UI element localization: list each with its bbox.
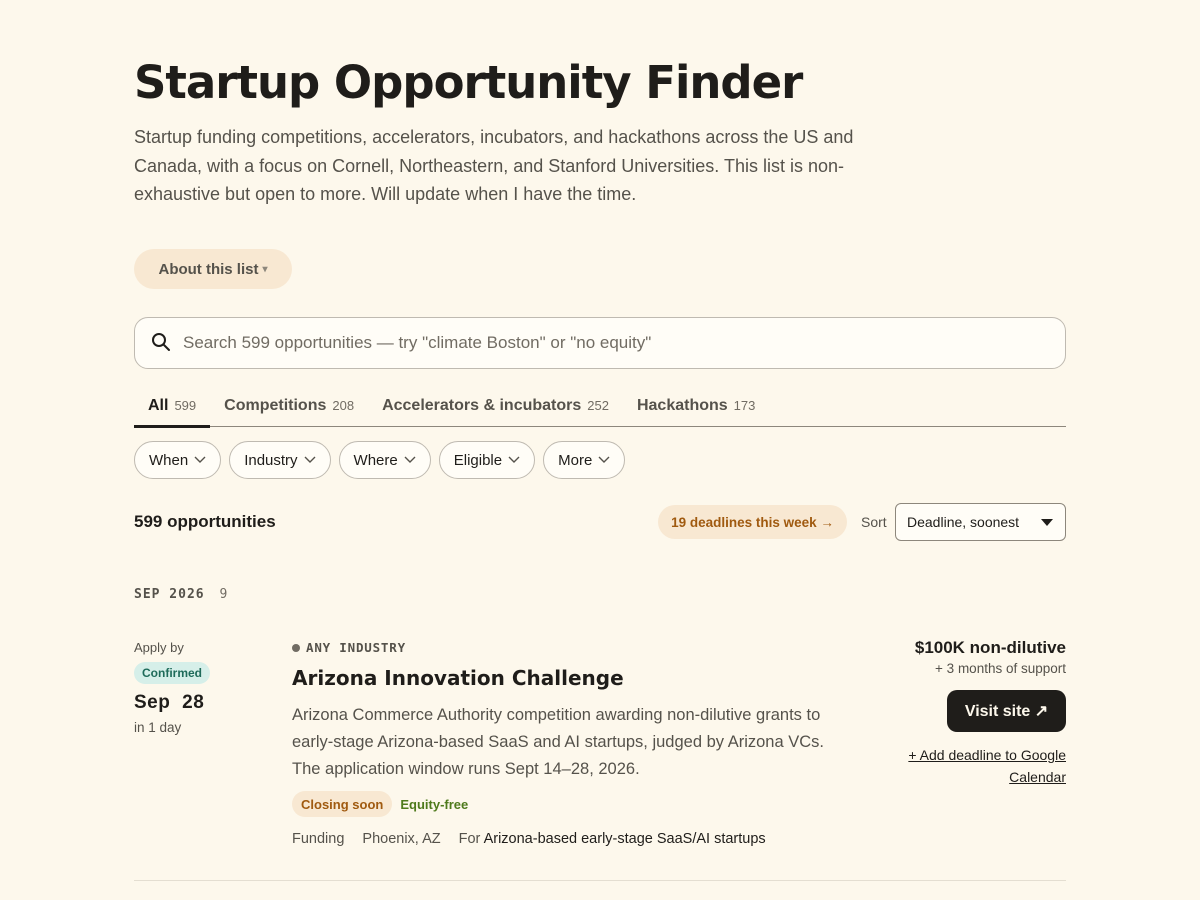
tab-label: Accelerators & incubators <box>382 396 582 414</box>
search-box[interactable] <box>134 317 1066 369</box>
industry-dot-icon <box>292 643 300 652</box>
tab-count: 208 <box>332 398 355 413</box>
tab-hackathons[interactable]: Hackathons 173 <box>623 384 769 427</box>
page-title: Startup Opportunity Finder <box>134 56 803 109</box>
opportunity-title[interactable]: Arizona Innovation Challenge <box>292 666 624 690</box>
tab-label: Competitions <box>224 396 327 414</box>
filter-more[interactable]: More <box>543 441 626 479</box>
sort-select[interactable]: Deadline, soonest <box>895 503 1066 541</box>
deadline-date: Sep 28 <box>134 692 205 713</box>
filter-label: Where <box>353 451 398 469</box>
apply-by-label: Apply by <box>134 640 184 655</box>
month-count: 9 <box>219 587 229 602</box>
opportunity-tags: Closing soon Equity-free <box>292 791 468 817</box>
chevron-down-icon <box>508 456 520 464</box>
filter-when[interactable]: When <box>134 441 222 479</box>
status-badge: Confirmed <box>134 662 210 684</box>
about-list-label: About this list <box>158 260 259 278</box>
chevron-down-icon <box>404 456 416 464</box>
industry-label: ANY INDUSTRY <box>292 640 406 655</box>
search-input[interactable] <box>183 333 1065 353</box>
filter-label: More <box>558 451 593 469</box>
chevron-down-icon <box>598 456 610 464</box>
filter-eligible[interactable]: Eligible <box>438 441 536 479</box>
deadlines-this-week-link[interactable]: 19 deadlines this week → <box>658 505 847 539</box>
support-duration: + 3 months of support <box>935 661 1066 676</box>
month-label: SEP 2026 <box>134 587 205 602</box>
card-divider <box>134 880 1066 881</box>
tab-count: 599 <box>174 398 197 413</box>
funding-amount: $100K non-dilutive <box>914 638 1066 657</box>
category-tabs: All 599 Competitions 208 Accelerators & … <box>134 384 1066 428</box>
filter-label: Eligible <box>453 451 503 469</box>
tab-count: 252 <box>587 398 609 413</box>
filter-where[interactable]: Where <box>338 441 431 479</box>
closing-soon-tag: Closing soon <box>292 791 393 817</box>
search-icon <box>151 332 173 354</box>
sort-value: Deadline, soonest <box>907 514 1020 530</box>
deadline-relative: in 1 day <box>134 720 182 735</box>
chevron-down-icon <box>194 456 206 464</box>
about-list-button[interactable]: About this list ▾ <box>134 249 292 289</box>
opportunity-description: Arizona Commerce Authority competition a… <box>292 706 824 778</box>
tab-label: All <box>148 396 169 414</box>
visit-site-button[interactable]: Visit site ↗ <box>947 690 1066 732</box>
opportunity-card: Apply by Confirmed Sep 28 in 1 day ANY I… <box>134 630 1066 880</box>
opportunity-meta: Funding Phoenix, AZ For Arizona-based ea… <box>292 831 766 847</box>
filter-bar: When Industry Where Eligible More <box>134 441 626 479</box>
chevron-down-icon <box>304 456 316 464</box>
filter-industry[interactable]: Industry <box>229 441 331 479</box>
meta-type: Funding <box>292 831 345 847</box>
meta-for-label: For <box>458 831 481 847</box>
add-to-google-calendar-link[interactable]: + Add deadline to Google Calendar <box>876 744 1066 788</box>
tab-all[interactable]: All 599 <box>134 384 211 428</box>
tab-label: Hackathons <box>636 396 728 414</box>
sort-label: Sort <box>861 514 887 530</box>
month-group-heading: SEP 2026 9 <box>134 587 228 602</box>
industry-text: ANY INDUSTRY <box>306 640 406 655</box>
chevron-down-icon: ▾ <box>262 263 268 275</box>
filter-label: Industry <box>244 451 298 469</box>
equity-free-tag: Equity-free <box>400 796 469 812</box>
tab-accelerators-incubators[interactable]: Accelerators & incubators 252 <box>368 384 623 427</box>
filter-label: When <box>149 451 189 469</box>
meta-location: Phoenix, AZ <box>362 831 441 847</box>
dropdown-arrow-icon <box>1041 518 1053 526</box>
intro-text: Startup funding competitions, accelerato… <box>134 127 854 204</box>
tab-count: 173 <box>733 398 756 413</box>
tab-competitions[interactable]: Competitions 208 <box>210 384 368 427</box>
meta-for: For Arizona-based early-stage SaaS/AI st… <box>459 831 766 847</box>
meta-for-value: Arizona-based early-stage SaaS/AI startu… <box>483 831 766 847</box>
results-count: 599 opportunities <box>134 512 276 531</box>
